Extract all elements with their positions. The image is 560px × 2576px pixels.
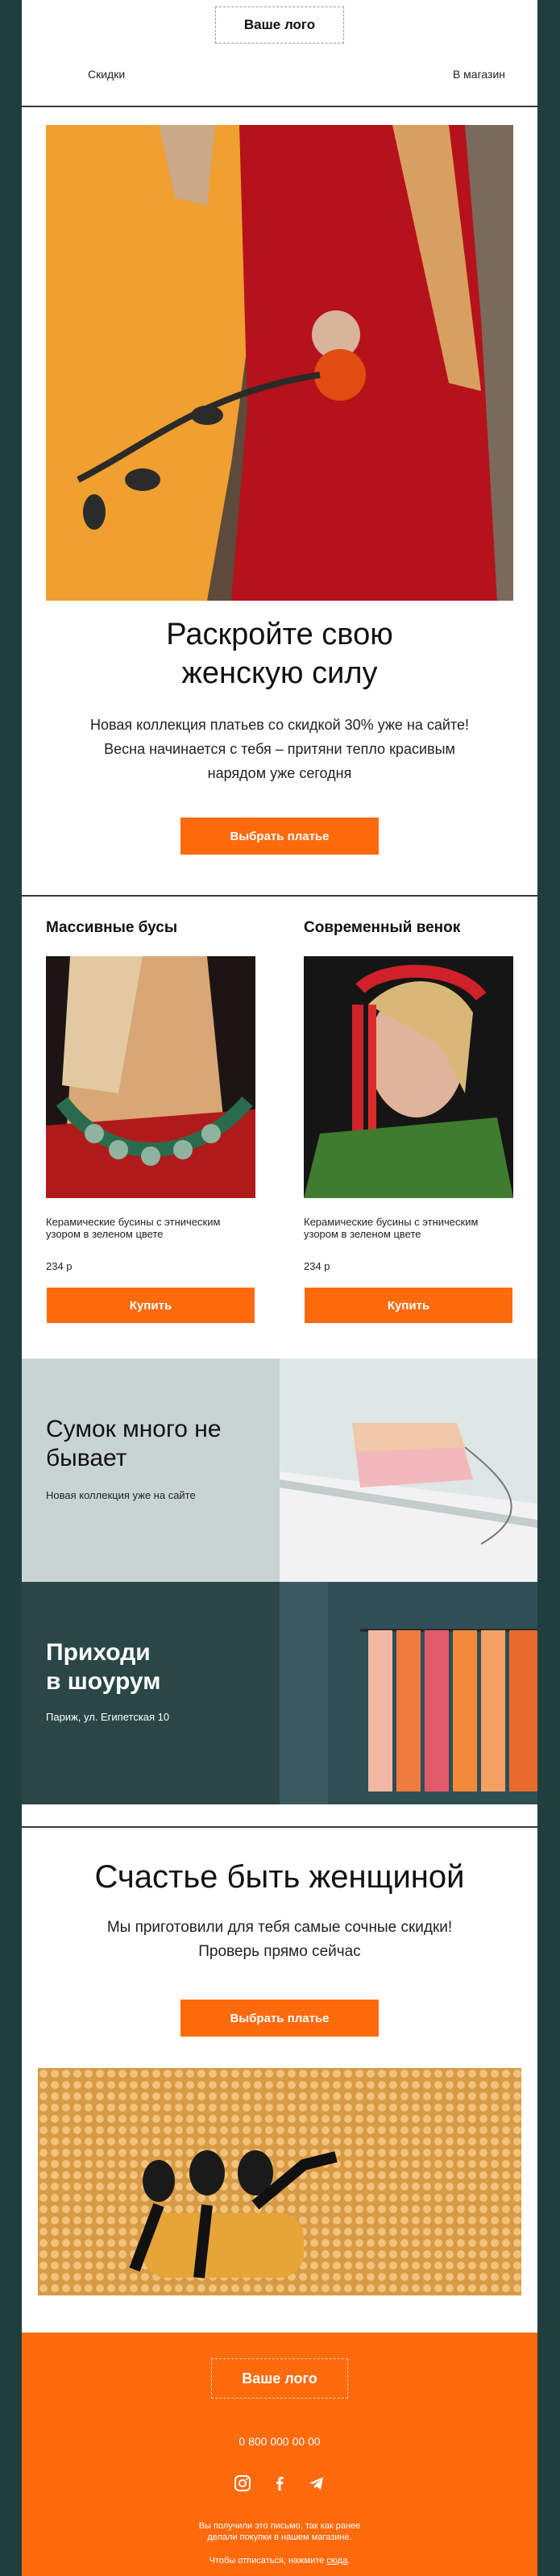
bags-subtitle: Новая коллекция уже на сайте [46,1489,196,1501]
product-title: Современный венок [304,919,461,936]
showroom-title: Приходи в шоурум [46,1639,161,1695]
instagram-icon[interactable] [233,2474,252,2493]
showroom-banner[interactable]: Приходи в шоурум Париж, ул. Египетская 1… [22,1582,280,1804]
product-image-wreath[interactable] [304,956,513,1198]
product-description: Керамические бусины с этническим узором … [304,1216,479,1240]
product-image-beads[interactable] [46,956,255,1198]
footer-note: Вы получили это письмо, так как ранее де… [198,2521,361,2542]
hero-choose-dress-button[interactable]: Выбрать платье [180,818,379,855]
divider [22,106,537,107]
divider [22,1826,537,1828]
footer-logo[interactable]: Ваше лого [211,2358,348,2399]
promo-title: Счастье быть женщиной [94,1859,465,1895]
hero-text: Новая коллекция платьев со скидкой 30% у… [89,717,470,781]
product-description: Керамические бусины с этническим узором … [46,1216,221,1240]
promo-choose-dress-button[interactable]: Выбрать платье [180,2000,379,2037]
footer: Ваше лого 0 800 000 00 00 Вы получили эт… [22,2333,537,2576]
promo-image [38,2068,521,2295]
bag-image [280,1359,537,1582]
logo-text: Ваше лого [243,17,316,32]
hero-image [46,125,513,601]
telegram-icon[interactable] [307,2474,326,2493]
buy-button[interactable]: Купить [305,1288,512,1323]
nav-discounts-link[interactable]: Скидки [88,68,125,81]
buy-button[interactable]: Купить [47,1288,255,1323]
product-title: Массивные бусы [46,919,178,936]
logo-text: Ваше лого [242,2370,317,2387]
bags-banner[interactable]: Сумок много не бывает Новая коллекция уж… [22,1359,280,1582]
product-price: 234 р [46,1260,73,1272]
unsubscribe-link[interactable]: сюда [326,2556,347,2566]
showroom-image [280,1582,537,1804]
divider [22,895,537,897]
bags-title: Сумок много не бывает [46,1416,222,1471]
product-price: 234 р [304,1260,330,1272]
email-container: Ваше лого Скидки В магазин Раскройте сво… [22,0,537,2576]
footer-phone[interactable]: 0 800 000 00 00 [22,2435,537,2448]
unsubscribe-text: Чтобы отписаться, нажмите сюда. [209,2556,351,2566]
promo-text: Мы приготовили для тебя самые сочные ски… [106,1919,453,1960]
showroom-address: Париж, ул. Египетская 10 [46,1711,170,1723]
nav-shop-link[interactable]: В магазин [453,68,505,81]
header-logo[interactable]: Ваше лого [215,6,344,44]
facebook-icon[interactable] [270,2474,289,2493]
hero-title: Раскройте свою женскую силу [166,618,393,690]
